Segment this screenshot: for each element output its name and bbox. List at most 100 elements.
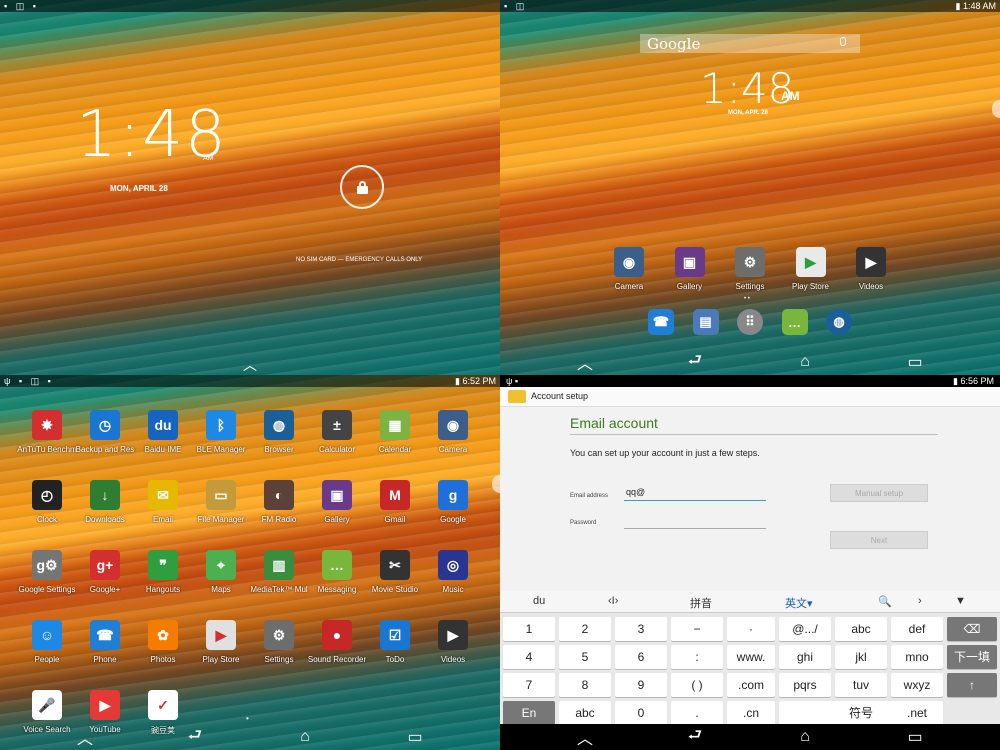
drawer-app[interactable]: ◍ Browser — [250, 410, 308, 454]
drawer-app[interactable]: ☎ Phone — [76, 620, 134, 664]
keyboard-key[interactable]: En — [503, 701, 555, 725]
keyboard-key[interactable]: jkl — [835, 645, 887, 669]
swipe-up-icon[interactable]: ︿ — [243, 355, 257, 375]
drawer-app[interactable]: ◉ Camera — [424, 410, 482, 454]
email-field[interactable]: qq@ — [624, 487, 766, 501]
drawer-app[interactable]: ▣ Gallery — [308, 480, 366, 524]
drawer-app[interactable]: ☺ People — [18, 620, 76, 664]
drawer-app[interactable]: ● Sound Recorder — [308, 620, 366, 664]
drawer-app[interactable]: ✉ Email — [134, 480, 192, 524]
drawer-app[interactable]: … Messaging — [308, 550, 366, 594]
drawer-app[interactable]: ± Calculator — [308, 410, 366, 454]
cursor-move-icon[interactable]: ‹I› — [608, 595, 618, 607]
english-mode[interactable]: 英文▾ — [785, 595, 813, 611]
drawer-app[interactable]: ✂ Movie Studio — [366, 550, 424, 594]
recents-icon[interactable]: ▭ — [895, 352, 935, 372]
drawer-app[interactable]: ▶ YouTube — [76, 690, 134, 736]
keyboard-key[interactable]: www. — [727, 645, 775, 669]
keyboard-key[interactable]: @.../ — [779, 617, 831, 641]
back-icon[interactable]: ⮐ — [675, 349, 715, 376]
keyboard-key[interactable]: · — [727, 617, 775, 641]
keyboard-key[interactable]: tuv — [835, 673, 887, 697]
mic-icon[interactable] — [840, 37, 846, 46]
home-app-settings[interactable]: ⚙ Settings — [721, 247, 779, 291]
keyboard-key[interactable]: 0 — [615, 701, 667, 725]
side-handle[interactable] — [492, 475, 500, 493]
side-handle[interactable] — [992, 100, 1000, 118]
home-app-play-store[interactable]: ▶ Play Store — [782, 247, 840, 291]
drawer-app[interactable]: g Google — [424, 480, 482, 524]
chevron-right-icon[interactable]: › — [918, 595, 922, 607]
keyboard-key[interactable]: def — [891, 617, 943, 641]
keyboard-key[interactable]: 8 — [559, 673, 611, 697]
drawer-app[interactable]: ⚙ Settings — [250, 620, 308, 664]
drawer-app[interactable]: 🎤 Voice Search — [18, 690, 76, 736]
keyboard-key[interactable]: 5 — [559, 645, 611, 669]
home-app-camera[interactable]: ◉ Camera — [600, 247, 658, 291]
drawer-app[interactable]: ▦ Calendar — [366, 410, 424, 454]
keyboard-key[interactable]: ghi — [779, 645, 831, 669]
phone-icon[interactable]: ☎ — [648, 309, 674, 335]
recents-icon[interactable]: ▭ — [895, 727, 935, 747]
unlock-button[interactable] — [340, 165, 384, 209]
keyboard-key[interactable]: 6 — [615, 645, 667, 669]
drawer-app[interactable]: M Gmail — [366, 480, 424, 524]
keyboard-key[interactable]: .com — [727, 673, 775, 697]
keyboard-key[interactable]: 下一填 — [947, 645, 997, 669]
keyboard-key[interactable]: .net — [891, 701, 943, 725]
back-icon[interactable]: ⮐ — [675, 724, 715, 750]
keyboard-key[interactable]: wxyz — [891, 673, 943, 697]
drawer-app[interactable]: ▥ MediaTek™ Mul — [250, 550, 308, 594]
baidu-ime-icon[interactable]: du — [533, 595, 545, 607]
keyboard-key[interactable]: : — [671, 645, 723, 669]
drawer-app[interactable]: ❞ Hangouts — [134, 550, 192, 594]
keyboard-key[interactable]: ⌫ — [947, 617, 997, 641]
keyboard-key[interactable]: abc — [835, 617, 887, 641]
drawer-app[interactable]: ▭ File Manager — [192, 480, 250, 524]
email-app-icon[interactable] — [508, 390, 526, 403]
keyboard-key[interactable]: mno — [891, 645, 943, 669]
keyboard-key[interactable]: 7 — [503, 673, 555, 697]
drawer-app[interactable]: ✸ AnTuTu Benchm — [17, 410, 77, 454]
keyboard-key[interactable]: .cn — [727, 701, 775, 725]
keyboard-key[interactable]: ↑ — [947, 673, 997, 697]
hide-keyboard-icon[interactable]: ▼ — [955, 595, 966, 607]
keyboard-key[interactable]: pqrs — [779, 673, 831, 697]
next-button[interactable]: Next — [830, 531, 928, 549]
home-icon[interactable]: ⌂ — [785, 353, 825, 371]
drawer-app[interactable]: ◎ Music — [424, 550, 482, 594]
up-icon[interactable]: ︿ — [565, 725, 605, 749]
drawer-app[interactable]: ᛒ BLE Manager — [192, 410, 250, 454]
keyboard-key[interactable]: − — [671, 617, 723, 641]
drawer-app[interactable]: ▶ Play Store — [192, 620, 250, 664]
manual-setup-button[interactable]: Manual setup — [830, 484, 928, 502]
pinyin-mode[interactable]: 拼音 — [690, 595, 712, 611]
drawer-app[interactable]: ◴ Clock — [18, 480, 76, 524]
drawer-app[interactable]: ◷ Backup and Res — [76, 410, 134, 454]
drawer-app[interactable]: ⌖ Maps — [192, 550, 250, 594]
drawer-app[interactable]: du Baidu IME — [134, 410, 192, 454]
drawer-app[interactable]: g+ Google+ — [76, 550, 134, 594]
keyboard-key[interactable]: 2 — [559, 617, 611, 641]
home-app-gallery[interactable]: ▣ Gallery — [661, 247, 719, 291]
keyboard-key[interactable]: 符号 — [835, 701, 887, 725]
password-field[interactable] — [624, 515, 766, 529]
up-icon[interactable]: ︿ — [565, 350, 605, 374]
browser-icon[interactable]: ◍ — [826, 309, 852, 335]
all-apps-icon[interactable]: ⠿ — [737, 309, 763, 335]
keyboard-key[interactable]: 3 — [615, 617, 667, 641]
home-icon[interactable]: ⌂ — [785, 728, 825, 746]
drawer-app[interactable]: ☑ ToDo — [366, 620, 424, 664]
keyboard-key[interactable]: 1 — [503, 617, 555, 641]
drawer-app[interactable]: ◐ FM Radio — [250, 480, 308, 524]
keyboard-key[interactable]: 9 — [615, 673, 667, 697]
google-search-bar[interactable]: Google — [640, 34, 860, 53]
keyboard-key[interactable]: . — [671, 701, 723, 725]
keyboard-key[interactable]: ( ) — [671, 673, 723, 697]
keyboard-key[interactable]: 4 — [503, 645, 555, 669]
keyboard-key[interactable]: abc — [559, 701, 611, 725]
drawer-app[interactable]: ✓ 豌豆荚 — [134, 690, 192, 736]
contacts-icon[interactable]: ▤ — [692, 309, 719, 335]
drawer-app[interactable]: g⚙ Google Settings — [18, 550, 76, 594]
messaging-icon[interactable]: … — [781, 309, 808, 335]
